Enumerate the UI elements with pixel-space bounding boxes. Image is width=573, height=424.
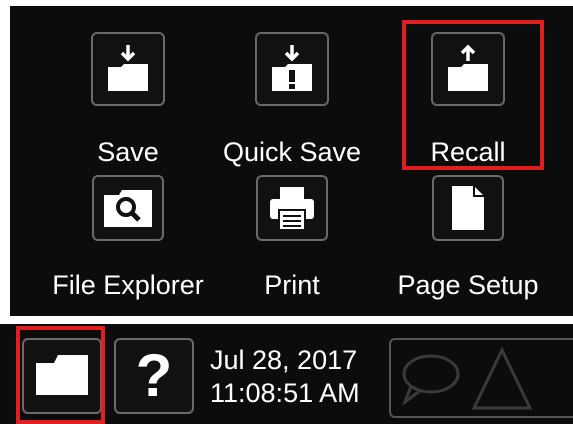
quick-save-icon [255,32,329,106]
page-setup-icon [432,175,504,241]
print-button[interactable]: Print [232,175,352,305]
print-label: Print [264,270,320,300]
quick-save-label: Quick Save [222,137,362,167]
help-icon: ? [135,342,173,409]
system-clock: Jul 28, 2017 11:08:51 AM [210,344,360,410]
save-button[interactable]: Save [68,32,188,167]
triangle-icon [471,346,533,417]
status-indicators [389,338,573,418]
save-icon [91,32,165,106]
print-icon [256,175,328,241]
file-menu-panel: Save Quick Save Recall File Explorer Pri… [10,6,573,316]
quick-save-button[interactable]: Quick Save [223,32,361,167]
speech-bubble-icon [397,350,463,415]
page-setup-label: Page Setup [397,270,539,300]
help-button[interactable]: ? [114,338,194,414]
clock-date: Jul 28, 2017 [210,345,358,375]
recall-selection-highlight [402,20,544,170]
file-explorer-button[interactable]: File Explorer [52,175,204,305]
file-explorer-icon [92,175,164,241]
folder-selection-highlight [16,326,105,424]
page-setup-button[interactable]: Page Setup [397,175,539,305]
clock-time: 11:08:51 AM [210,378,360,408]
